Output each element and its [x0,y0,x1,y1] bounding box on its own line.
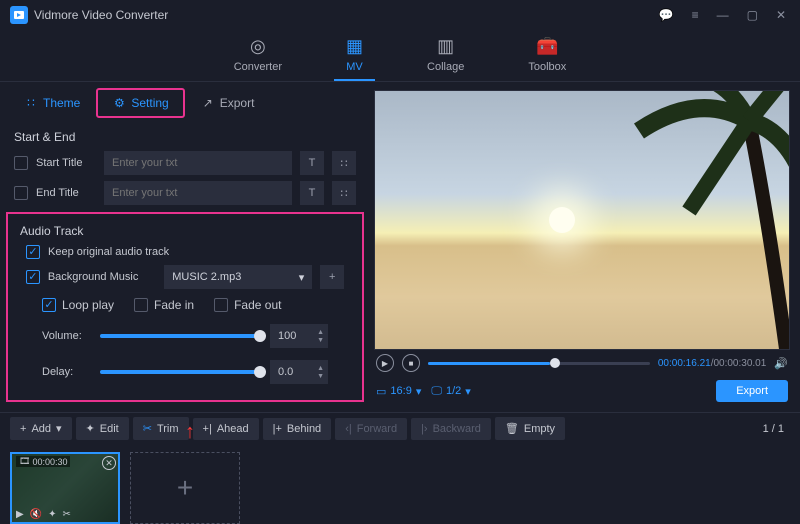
chevron-down-icon: ▾ [299,271,305,284]
backward-icon: |› [421,423,428,435]
video-preview[interactable] [374,90,790,350]
gear-icon: ⚙ [112,96,126,110]
trim-button[interactable]: ✂Trim [133,417,189,440]
trash-icon: 🗑 [505,422,519,435]
delay-label: Delay: [42,366,90,378]
aspect-ratio-select[interactable]: ▭ 16:9 ▾ [376,385,421,398]
fade-out-label: Fade out [234,298,281,312]
tab-converter[interactable]: ◎ Converter [222,30,294,81]
chevron-down-icon: ▾ [465,385,471,398]
volume-value-input[interactable]: 100 ▲▼ [270,324,328,348]
bgm-add-button[interactable]: + [320,265,344,289]
empty-button[interactable]: 🗑Empty [495,417,565,440]
start-title-text-style[interactable]: T [300,151,324,175]
forward-icon: ‹| [345,423,352,435]
behind-icon: |+ [273,423,282,435]
timeline-clip[interactable]: 🎞00:00:30 ✕ ▶ 🔇 ✦ ✂ [10,452,120,524]
fade-out-checkbox[interactable] [214,298,228,312]
page-indicator: 1 / 1 [763,423,790,435]
collage-icon: ▥ [437,36,454,57]
app-title: Vidmore Video Converter [34,8,168,22]
bgm-checkbox[interactable] [26,270,40,284]
wand-icon: ✦ [86,422,95,435]
subtab-export[interactable]: ↗ Export [191,92,265,114]
add-clip-button[interactable]: + [130,452,240,524]
fade-in-checkbox[interactable] [134,298,148,312]
ahead-button[interactable]: +|Ahead [193,418,259,440]
end-title-label: End Title [36,187,96,199]
time-display: 00:00:16.21/00:00:30.01 [658,358,766,369]
start-title-options[interactable]: ∷ [332,151,356,175]
ahead-icon: +| [203,423,212,435]
minimize-icon[interactable]: — [713,6,733,24]
maximize-icon[interactable]: ▢ [743,6,762,24]
aspect-icon: ▭ [376,385,386,398]
volume-slider[interactable] [100,334,260,338]
add-button[interactable]: +Add▾ [10,417,72,440]
bgm-file-dropdown[interactable]: MUSIC 2.mp3 ▾ [164,265,312,289]
play-button[interactable]: ▶ [376,354,394,372]
loop-play-checkbox[interactable] [42,298,56,312]
fade-in-label: Fade in [154,298,194,312]
scissors-icon: ✂ [143,422,152,435]
theme-icon: ∷ [24,96,38,110]
end-title-options[interactable]: ∷ [332,181,356,205]
clip-duration: 🎞00:00:30 [16,456,70,467]
volume-down[interactable]: ▼ [317,337,324,344]
clip-play-icon[interactable]: ▶ [16,509,24,520]
app-logo-icon [10,6,28,24]
monitor-icon: 🖵 [431,385,442,398]
volume-icon[interactable]: 🔊 [774,357,788,370]
edit-button[interactable]: ✦Edit [76,417,129,440]
tab-mv[interactable]: ▦ MV [334,30,375,81]
mv-icon: ▦ [346,36,363,57]
palm-tree-graphic [599,90,790,350]
loop-play-label: Loop play [62,298,114,312]
volume-up[interactable]: ▲ [317,329,324,336]
forward-button[interactable]: ‹|Forward [335,418,407,440]
subtab-setting[interactable]: ⚙ Setting [96,88,184,118]
start-title-checkbox[interactable] [14,156,28,170]
end-title-input[interactable] [104,181,292,205]
delay-value-input[interactable]: 0.0 ▲▼ [270,360,328,384]
end-title-text-style[interactable]: T [300,181,324,205]
export-icon: ↗ [201,96,215,110]
end-title-checkbox[interactable] [14,186,28,200]
clip-mute-icon[interactable]: 🔇 [30,509,42,520]
chevron-down-icon: ▾ [56,422,62,435]
chevron-down-icon: ▾ [416,385,422,398]
volume-label: Volume: [42,330,90,342]
subtab-theme[interactable]: ∷ Theme [14,92,90,114]
plus-icon: + [20,423,26,435]
delay-slider[interactable] [100,370,260,374]
backward-button[interactable]: |›Backward [411,418,491,440]
stop-button[interactable]: ■ [402,354,420,372]
bgm-label: Background Music [48,271,156,283]
close-icon[interactable]: ✕ [772,6,790,24]
start-title-input[interactable] [104,151,292,175]
clip-edit-icon[interactable]: ✦ [48,509,56,520]
delay-down[interactable]: ▼ [317,373,324,380]
behind-button[interactable]: |+Behind [263,418,332,440]
keep-original-checkbox[interactable] [26,245,40,259]
start-title-label: Start Title [36,157,96,169]
zoom-select[interactable]: 🖵 1/2 ▾ [431,385,470,398]
menu-icon[interactable]: ≡ [688,6,703,24]
tab-toolbox[interactable]: 🧰 Toolbox [516,30,578,81]
delay-up[interactable]: ▲ [317,365,324,372]
start-end-heading: Start & End [0,124,370,148]
seek-slider[interactable] [428,362,650,365]
clip-trim-icon[interactable]: ✂ [63,509,71,520]
feedback-icon[interactable]: 💬 [655,6,678,24]
keep-original-label: Keep original audio track [48,246,169,258]
export-button[interactable]: Export [716,380,788,402]
clip-remove-button[interactable]: ✕ [102,456,116,470]
film-icon: 🎞 [19,456,30,467]
audio-track-heading: Audio Track [12,218,358,242]
tab-collage[interactable]: ▥ Collage [415,30,476,81]
converter-icon: ◎ [250,36,266,57]
toolbox-icon: 🧰 [536,36,558,57]
